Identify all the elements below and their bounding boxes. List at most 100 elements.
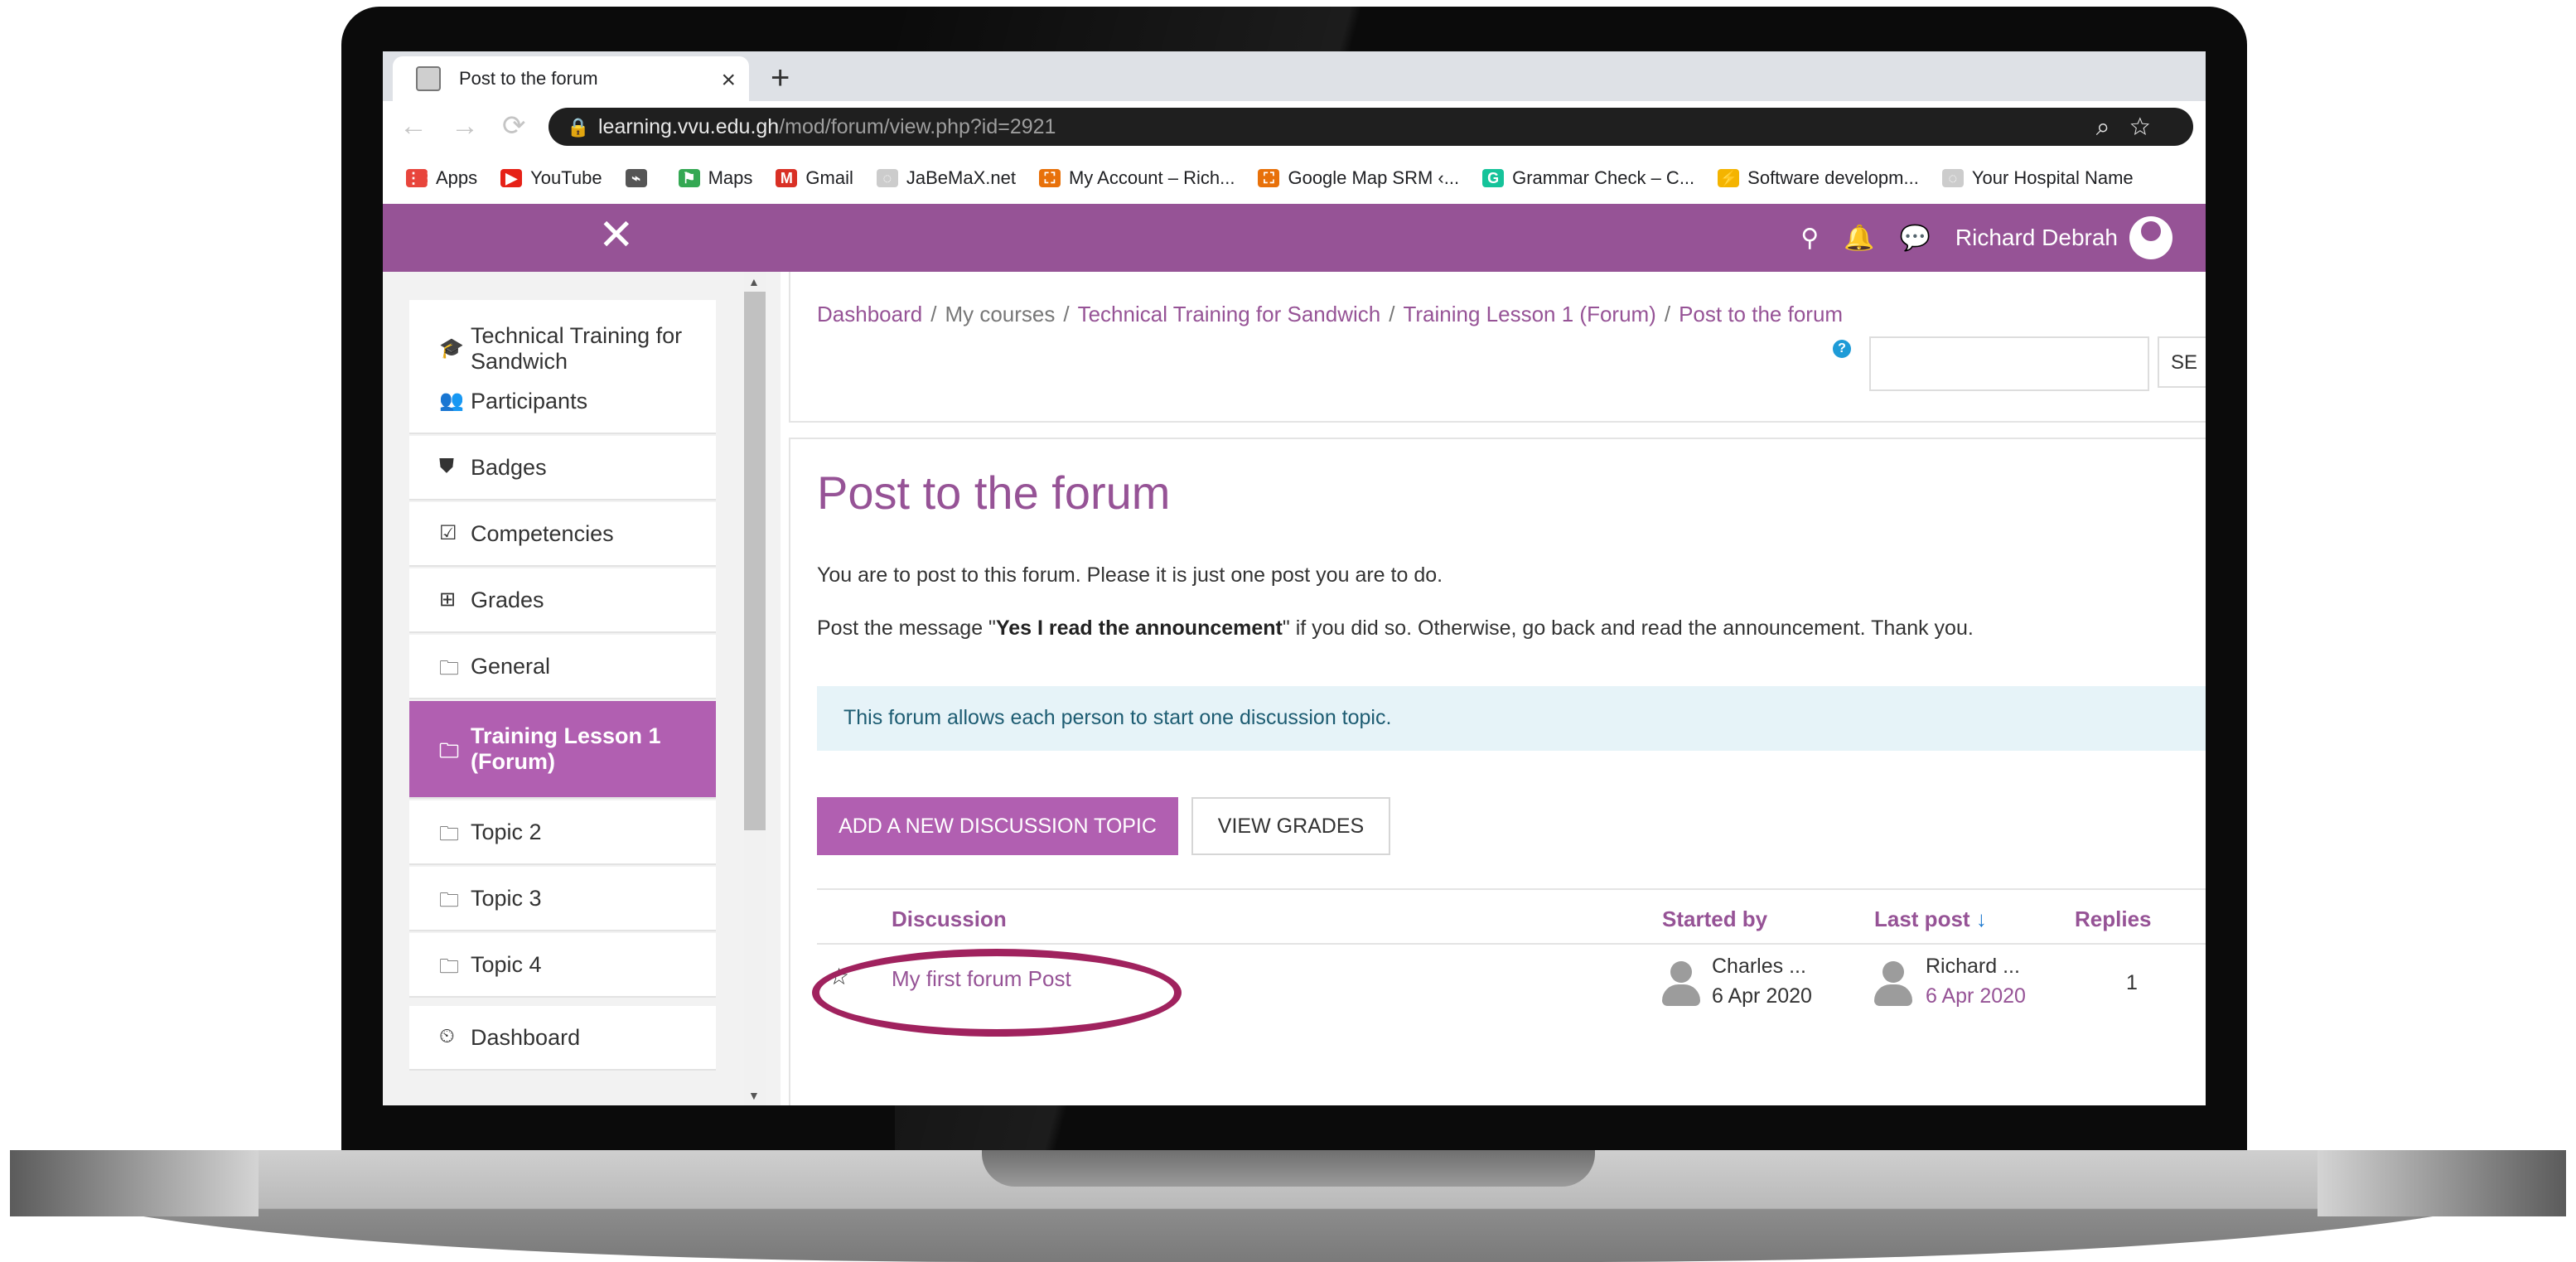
chat-icon[interactable]: 💬 bbox=[1900, 224, 1931, 253]
gmail-icon: M bbox=[776, 169, 798, 187]
instruction-suffix: " if you did so. Otherwise, go back and … bbox=[1282, 616, 1974, 640]
tab-title: Post to the forum bbox=[459, 68, 598, 89]
breadcrumb-item[interactable]: Dashboard bbox=[817, 302, 922, 326]
sidebar-item[interactable]: 👥 Participants bbox=[409, 370, 716, 434]
folder-icon: 🗀 bbox=[439, 740, 459, 762]
maps-icon: ⚑ bbox=[678, 169, 700, 187]
bookmark-item[interactable]: M Gmail bbox=[776, 167, 853, 189]
breadcrumb-separator: / bbox=[1664, 302, 1671, 326]
sidebar-item-label: General bbox=[471, 653, 551, 679]
laptop-base-right-edge bbox=[2317, 1150, 2566, 1216]
sidebar-item[interactable]: 🗀 Topic 2 bbox=[409, 800, 716, 865]
zoom-icon[interactable]: ⌕ bbox=[2096, 114, 2130, 141]
user-name[interactable]: Richard Debrah bbox=[1955, 225, 2118, 251]
tab-close-icon[interactable]: × bbox=[721, 66, 736, 94]
sidebar-item-label: Technical Training for Sandwich bbox=[471, 323, 683, 374]
url-text[interactable]: learning.vvu.edu.gh/mod/forum/view.php?i… bbox=[598, 115, 1056, 139]
help-icon[interactable]: ? bbox=[1833, 340, 1851, 358]
sidebar-item[interactable]: ⊞ Grades bbox=[409, 568, 716, 633]
drawer-scroll-thumb[interactable] bbox=[744, 292, 766, 830]
page-favicon-icon bbox=[416, 66, 441, 91]
sidebar-item[interactable]: 🗀 General bbox=[409, 635, 716, 699]
omnibox[interactable]: 🔒 learning.vvu.edu.gh/mod/forum/view.php… bbox=[549, 108, 2193, 146]
navigation-icons[interactable]: ←→⟳ bbox=[399, 109, 549, 143]
sidebar-item-label: Badges bbox=[471, 454, 547, 480]
breadcrumb-item[interactable]: Technical Training for Sandwich bbox=[1078, 302, 1381, 326]
highlight-annotation bbox=[812, 949, 1182, 1037]
bookmark-item[interactable]: ▶ YouTube bbox=[500, 167, 602, 189]
bell-icon[interactable]: 🔔 bbox=[1844, 224, 1874, 253]
breadcrumb-item[interactable]: Post to the forum bbox=[1679, 302, 1843, 326]
col-replies[interactable]: Replies bbox=[2075, 907, 2152, 932]
instruction-text: Post the message "Yes I read the announc… bbox=[817, 616, 1974, 641]
bookmark-item[interactable]: ◌ Your Hospital Name bbox=[1941, 167, 2134, 189]
sidebar-item[interactable]: 🗀 Training Lesson 1 (Forum) bbox=[409, 701, 716, 799]
bookmark-item[interactable]: ⌁ bbox=[625, 169, 655, 187]
search-icon[interactable]: ⚲ bbox=[1800, 224, 1819, 253]
close-drawer-icon[interactable]: ✕ bbox=[598, 210, 635, 260]
globe-icon: ◌ bbox=[1941, 169, 1964, 187]
scroll-down-icon[interactable]: ▼ bbox=[748, 1089, 760, 1102]
bookmark-star-icon[interactable]: ☆ bbox=[2130, 114, 2170, 141]
instruction-message: Yes I read the announcement bbox=[995, 616, 1283, 640]
bookmark-item[interactable]: ⋮⋮ Apps bbox=[406, 167, 477, 189]
sidebar-item[interactable]: 🗀 Topic 4 bbox=[409, 933, 716, 998]
sidebar-item-label: Dashboard bbox=[471, 1024, 581, 1050]
breadcrumb-separator: / bbox=[930, 302, 937, 326]
view-grades-button[interactable]: VIEW GRADES bbox=[1191, 797, 1390, 855]
browser-tabstrip: Post to the forum × + bbox=[383, 51, 2206, 101]
omnibox-icons[interactable]: ⌕☆ bbox=[2096, 114, 2170, 142]
url-path: /mod/forum/view.php?id=2921 bbox=[779, 115, 1056, 138]
laptop-base-left-edge bbox=[10, 1150, 259, 1216]
lightning-icon: ⚡ bbox=[1718, 169, 1740, 187]
browser-tab[interactable]: Post to the forum × bbox=[393, 56, 749, 101]
page-title: Post to the forum bbox=[817, 467, 1171, 519]
col-discussion[interactable]: Discussion bbox=[892, 907, 1007, 932]
starter-name[interactable]: Charles ... bbox=[1712, 955, 1806, 979]
bookmark-item[interactable]: ◌ JaBeMaX.net bbox=[876, 167, 1016, 189]
address-bar-row: ←→⟳ 🔒 learning.vvu.edu.gh/mod/forum/view… bbox=[383, 101, 2206, 152]
add-discussion-button[interactable]: ADD A NEW DISCUSSION TOPIC bbox=[817, 797, 1178, 855]
bookmark-label: Apps bbox=[436, 167, 478, 188]
apps-grid-icon: ⋮⋮ bbox=[406, 169, 436, 187]
breadcrumb-item[interactable]: Training Lesson 1 (Forum) bbox=[1403, 302, 1655, 326]
sidebar-item-label: Topic 3 bbox=[471, 885, 542, 911]
bookmark-item[interactable]: ⚡ Software developm... bbox=[1718, 167, 1919, 189]
bookmark-label: Gmail bbox=[805, 167, 853, 188]
search-input[interactable] bbox=[1869, 336, 2149, 391]
folder-icon: 🗀 bbox=[439, 889, 459, 911]
col-last-post[interactable]: Last post ↓ bbox=[1874, 907, 1987, 932]
bookmark-label: YouTube bbox=[530, 167, 602, 188]
last-poster-name[interactable]: Richard ... bbox=[1926, 955, 2020, 979]
breadcrumb-item[interactable]: My courses bbox=[945, 302, 1055, 326]
breadcrumb-separator: / bbox=[1063, 302, 1070, 326]
sidebar-item[interactable]: ☑ Competencies bbox=[409, 502, 716, 567]
bookmark-label: Google Map SRM ‹... bbox=[1288, 167, 1460, 188]
scroll-up-icon[interactable]: ▲ bbox=[748, 275, 760, 288]
site-navbar: ✕ ⚲ 🔔 💬 Richard Debrah bbox=[383, 204, 2206, 272]
last-post-date[interactable]: 6 Apr 2020 bbox=[1926, 984, 2026, 1008]
search-button[interactable]: SE bbox=[2158, 336, 2206, 388]
bookmark-item[interactable]: ⛶ My Account – Rich... bbox=[1038, 167, 1235, 189]
bookmark-label: Grammar Check – C... bbox=[1512, 167, 1695, 188]
bookmark-label: Your Hospital Name bbox=[1971, 167, 2134, 188]
dashboard-icon: ⏲ bbox=[439, 1025, 455, 1047]
grammarly-icon: G bbox=[1482, 169, 1505, 187]
users-icon: 👥 bbox=[439, 389, 464, 412]
bookmark-item[interactable]: ⚑ Maps bbox=[678, 167, 752, 189]
avatar[interactable] bbox=[2129, 216, 2172, 259]
col-started-by[interactable]: Started by bbox=[1662, 907, 1767, 932]
replies-count: 1 bbox=[2126, 971, 2138, 994]
intro-text: You are to post to this forum. Please it… bbox=[817, 563, 1443, 587]
graduation-cap-icon: 🎓 bbox=[439, 337, 464, 360]
bookmark-item[interactable]: ⛶ Google Map SRM ‹... bbox=[1258, 167, 1459, 189]
forum-info-alert: This forum allows each person to start o… bbox=[817, 686, 2206, 751]
sidebar-item[interactable]: ⏲ Dashboard bbox=[409, 1006, 716, 1071]
folder-icon: 🗀 bbox=[439, 955, 459, 978]
last-poster-avatar bbox=[1874, 961, 1912, 1009]
sidebar-item[interactable]: ⛊ Badges bbox=[409, 436, 716, 500]
bookmark-item[interactable]: G Grammar Check – C... bbox=[1482, 167, 1694, 189]
new-tab-button[interactable]: + bbox=[771, 60, 790, 97]
folder-icon: 🗀 bbox=[439, 657, 459, 679]
sidebar-item[interactable]: 🗀 Topic 3 bbox=[409, 867, 716, 931]
